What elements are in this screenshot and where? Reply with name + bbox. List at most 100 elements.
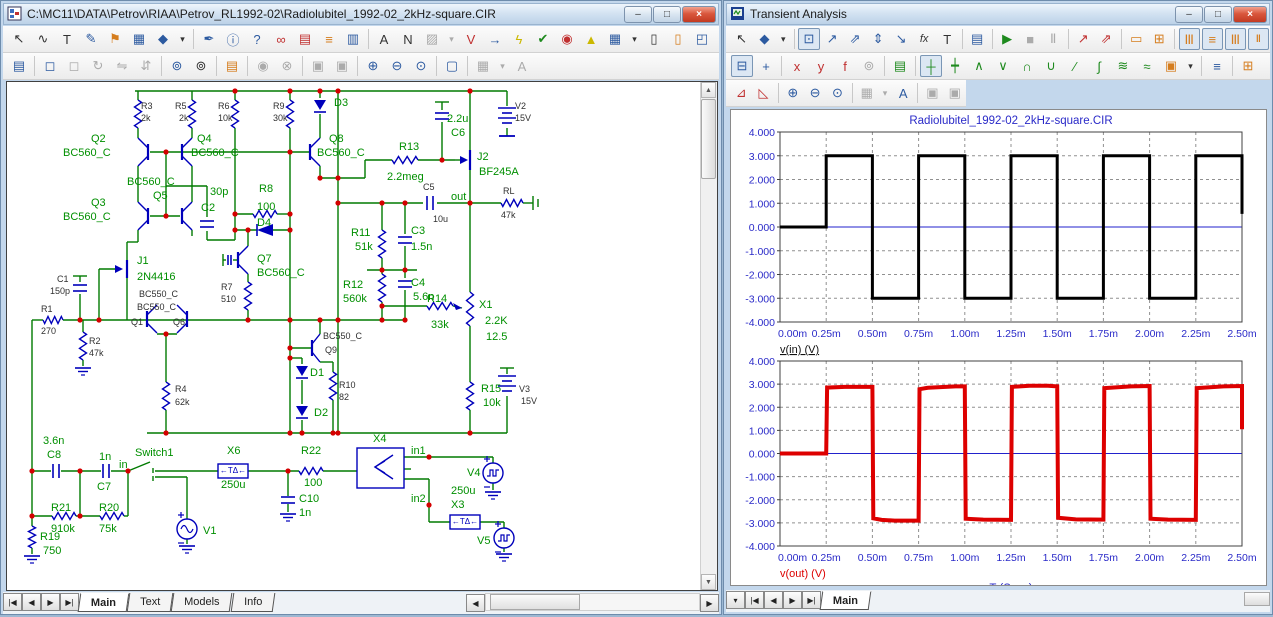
schematic-titlebar[interactable]: C:\MC11\DATA\Petrov\RIAA\Petrov_RL1992-0…	[3, 3, 719, 25]
run-button[interactable]: ▶	[997, 28, 1018, 50]
go-to-x-button[interactable]: ┼	[920, 55, 942, 77]
select-mode-button[interactable]: ↖	[731, 28, 752, 50]
scale-mode-button[interactable]: ⊡	[798, 28, 819, 50]
help-mode-button[interactable]: ?	[246, 28, 268, 50]
low-button[interactable]: ∪	[1040, 55, 1062, 77]
curve-edit-button[interactable]: ▤	[889, 55, 911, 77]
last-page-button[interactable]: ▶|	[802, 591, 821, 609]
tab-info[interactable]: Info	[230, 593, 275, 612]
crosshair-cursor-button[interactable]: +	[755, 55, 777, 77]
next-page-button[interactable]: ▶	[41, 593, 60, 611]
select-mode-button[interactable]: ↖	[8, 28, 30, 50]
peak-button[interactable]: ∧	[968, 55, 990, 77]
horizontal-scrollbar-thumb[interactable]	[1244, 592, 1270, 606]
graphics-dropdown-button[interactable]: ▾	[777, 28, 789, 50]
vertical-scrollbar-thumb[interactable]	[701, 99, 716, 179]
component-mode-button[interactable]: ▦	[128, 28, 150, 50]
cursor-functions-button[interactable]: ▣	[1160, 55, 1182, 77]
show-power-button[interactable]: ϟ	[508, 28, 530, 50]
view-area-button[interactable]: ◺	[753, 82, 773, 104]
select-all-button[interactable]: ◻	[39, 55, 61, 77]
tab-menu-button[interactable]: ▾	[726, 591, 745, 609]
schematic-canvas[interactable]: R32kR52kR610kR930kD3Q2BC560_CQ4BC560_CQ8…	[6, 81, 718, 591]
first-page-button[interactable]: |◀	[3, 593, 22, 611]
line-mode-button[interactable]: ✎	[80, 28, 102, 50]
x-scale-button[interactable]: x	[786, 55, 808, 77]
prev-page-button[interactable]: ◀	[764, 591, 783, 609]
grid-dropdown-button[interactable]: ▾	[628, 28, 641, 50]
link-mode-button[interactable]: ∞	[270, 28, 292, 50]
show-node-numbers-button[interactable]: N	[397, 28, 419, 50]
global-high-button[interactable]: ≋	[1112, 55, 1134, 77]
data-points-button[interactable]: ↗	[1073, 28, 1094, 50]
plot-panel[interactable]: 4.0003.0002.0001.0000.000-1.000-2.000-3.…	[730, 109, 1267, 586]
schematic-vertical-scrollbar[interactable]: ▲ ▼	[700, 82, 717, 590]
text-mode-button[interactable]: T	[937, 28, 958, 50]
font-button[interactable]: A	[893, 82, 913, 104]
show-node-voltages-button[interactable]: V	[460, 28, 482, 50]
close-button[interactable]: ×	[682, 6, 716, 23]
zoom-in-button[interactable]: ⊕	[362, 55, 384, 77]
analysis-titlebar[interactable]: Transient Analysis – □ ×	[726, 3, 1270, 25]
page-image-button[interactable]: ▢	[441, 55, 463, 77]
scroll-down-button[interactable]: ▼	[701, 574, 716, 590]
cursor-dropdown-button[interactable]: ▾	[1184, 55, 1197, 77]
last-page-button[interactable]: ▶|	[60, 593, 79, 611]
prev-page-button[interactable]: ◀	[22, 593, 41, 611]
global-low-button[interactable]: ≈	[1136, 55, 1158, 77]
schematic-horizontal-scrollbar[interactable]: ◀ ▶	[466, 593, 719, 611]
valley-button[interactable]: ∨	[992, 55, 1014, 77]
horizontal-scrollbar-thumb[interactable]	[490, 594, 580, 610]
model-list-button[interactable]: ≡	[318, 28, 340, 50]
tokens-button[interactable]: ⇗	[1096, 28, 1117, 50]
high-button[interactable]: ∩	[1016, 55, 1038, 77]
wire-mode-button[interactable]: ∿	[32, 28, 54, 50]
zoom-out-button[interactable]: ⊖	[805, 82, 825, 104]
properties-button[interactable]: ▤	[8, 55, 30, 77]
shape-picker-button[interactable]: ◆	[152, 28, 174, 50]
find-next-button[interactable]: ⊚	[190, 55, 212, 77]
normalize-button[interactable]: ≡	[1206, 55, 1228, 77]
zoom-scale-button[interactable]: ⊙	[410, 55, 432, 77]
plus-mark-button[interactable]: ⊞	[1149, 28, 1170, 50]
graphics-mode-button[interactable]: ◆	[754, 28, 775, 50]
scroll-left-button[interactable]: ◀	[466, 594, 485, 612]
scroll-right-button[interactable]: ▶	[700, 594, 719, 612]
shape-dropdown-button[interactable]: ▾	[176, 28, 189, 50]
properties-button[interactable]: ▤	[967, 28, 988, 50]
horizontal-scroll-track[interactable]	[485, 593, 700, 611]
show-currents-button[interactable]: →	[484, 28, 506, 50]
numeric-output-button[interactable]: ⊞	[1237, 55, 1259, 77]
page-notes-button[interactable]: ▥	[342, 28, 364, 50]
zoom-out-button[interactable]: ⊖	[386, 55, 408, 77]
inflection-button[interactable]: ∫	[1088, 55, 1110, 77]
edit-document-button[interactable]: ▤	[294, 28, 316, 50]
horizontal-tag-mode-button[interactable]: ↘	[891, 28, 912, 50]
info-mode-button[interactable]: ⓘ	[222, 28, 244, 50]
split-window-button[interactable]: ◰	[691, 28, 713, 50]
find-button[interactable]: ⊚	[166, 55, 188, 77]
show-grid-button[interactable]: ▦	[604, 28, 626, 50]
scroll-up-button[interactable]: ▲	[701, 82, 716, 98]
next-page-button[interactable]: ▶	[783, 591, 802, 609]
go-to-y-button[interactable]: ┿	[944, 55, 966, 77]
fx-scale-button[interactable]: f	[834, 55, 856, 77]
performance-tag-mode-button[interactable]: fx	[914, 28, 935, 50]
notes-button[interactable]: ▤	[221, 55, 243, 77]
point-tag-mode-button[interactable]: ⇗	[845, 28, 866, 50]
tab-text[interactable]: Text	[127, 593, 174, 612]
tile-dropdown-button[interactable]: ▾	[496, 55, 509, 77]
zoom-scale-button[interactable]: ⊙	[827, 82, 847, 104]
maximize-button[interactable]: □	[1204, 6, 1232, 23]
flag-mode-button[interactable]: ⚑	[104, 28, 126, 50]
vertical-tag-mode-button[interactable]: ⇕	[868, 28, 889, 50]
tile-windows-button[interactable]: ▦	[472, 55, 494, 77]
baseline-button[interactable]: ‖	[1248, 28, 1269, 50]
tile-dropdown-button[interactable]: ▾	[879, 82, 891, 104]
single-plot-button[interactable]: ⊟	[731, 55, 753, 77]
y-scale-button[interactable]: y	[810, 55, 832, 77]
text-mode-button[interactable]: T	[56, 28, 78, 50]
tab-main[interactable]: Main	[820, 591, 872, 610]
tab-main[interactable]: Main	[78, 593, 130, 612]
minimize-button[interactable]: –	[1175, 6, 1203, 23]
